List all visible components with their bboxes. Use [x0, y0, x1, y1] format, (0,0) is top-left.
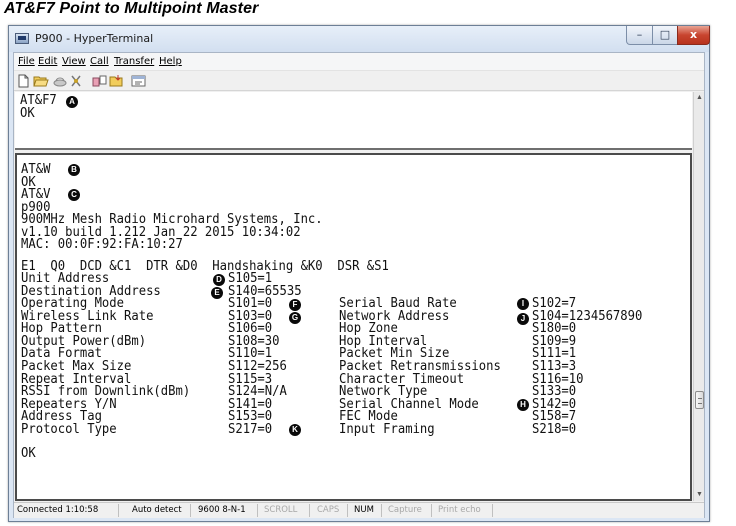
terminal-line: MAC: 00:0F:92:FA:10:27: [21, 237, 183, 252]
status-connected: Connected 1:10:58: [17, 505, 99, 515]
callout-a: A: [66, 96, 78, 108]
menu-help[interactable]: Help: [159, 56, 182, 67]
callout-d: D: [213, 274, 225, 286]
document-title: AT&F7 Point to Multipoint Master: [4, 0, 259, 17]
new-icon[interactable]: [16, 74, 32, 88]
param-value: S218=0: [532, 422, 577, 437]
hyperterminal-app-icon[interactable]: [15, 33, 29, 44]
menu-call[interactable]: Call: [90, 56, 109, 67]
param-label: Protocol Type: [21, 422, 117, 437]
open-icon[interactable]: [33, 74, 49, 88]
terminal-scrollback[interactable]: AT&F7 OK A: [15, 92, 692, 150]
terminal-screen[interactable]: AT&W OK AT&V p900 900MHz Mesh Radio Micr…: [15, 153, 692, 501]
menu-file[interactable]: File: [18, 56, 35, 67]
status-print-echo: Print echo: [438, 505, 481, 515]
send-icon[interactable]: [92, 74, 108, 88]
callout-f: F: [289, 299, 301, 311]
menu-transfer[interactable]: Transfer: [114, 56, 154, 67]
status-divider: [118, 504, 119, 517]
callout-b: B: [68, 164, 80, 176]
status-bar: Connected 1:10:58 Auto detect 9600 8-N-1…: [14, 502, 704, 518]
callout-g: G: [289, 312, 301, 324]
scroll-down-icon[interactable]: ▼: [694, 489, 705, 501]
callout-i: I: [517, 298, 529, 310]
menu-view[interactable]: View: [62, 56, 86, 67]
status-divider: [190, 504, 191, 517]
toolbar: [14, 72, 704, 91]
status-caps: CAPS: [317, 505, 340, 515]
connect-icon[interactable]: [69, 74, 85, 88]
scroll-thumb[interactable]: [695, 391, 704, 409]
status-divider: [431, 504, 432, 517]
callout-k: K: [289, 424, 301, 436]
status-num: NUM: [354, 505, 374, 515]
status-divider: [309, 504, 310, 517]
scroll-up-icon[interactable]: ▲: [694, 92, 705, 104]
status-divider: [347, 504, 348, 517]
terminal-final-ok: OK: [21, 446, 36, 461]
callout-e: E: [211, 287, 223, 299]
disconnect-icon[interactable]: [52, 74, 68, 88]
callout-c: C: [68, 189, 80, 201]
receive-icon[interactable]: [109, 74, 125, 88]
minimize-button[interactable]: –: [626, 26, 653, 45]
hyperterminal-window: P900 - HyperTerminal – □ x File Edit Vie…: [8, 25, 710, 522]
terminal-line-ok: OK: [20, 106, 35, 121]
properties-icon[interactable]: [131, 74, 147, 88]
status-detect: Auto detect: [132, 505, 182, 515]
maximize-button[interactable]: □: [652, 26, 678, 45]
param-label: Input Framing: [339, 422, 435, 437]
close-button[interactable]: x: [677, 26, 710, 45]
status-capture: Capture: [388, 505, 422, 515]
status-port-settings: 9600 8-N-1: [198, 505, 246, 515]
window-title: P900 - HyperTerminal: [35, 32, 154, 45]
vertical-scrollbar[interactable]: ▲ ▼: [693, 92, 704, 501]
menu-bar: File Edit View Call Transfer Help: [14, 53, 704, 71]
param-value: S217=0: [228, 422, 273, 437]
client-area: File Edit View Call Transfer Help AT&F7 …: [13, 52, 705, 518]
callout-j: J: [517, 313, 529, 325]
status-scroll: SCROLL: [264, 505, 298, 515]
status-divider: [381, 504, 382, 517]
status-divider: [257, 504, 258, 517]
status-divider: [492, 504, 493, 517]
callout-h: H: [517, 399, 529, 411]
title-bar[interactable]: P900 - HyperTerminal – □ x: [9, 26, 710, 52]
menu-edit[interactable]: Edit: [38, 56, 57, 67]
